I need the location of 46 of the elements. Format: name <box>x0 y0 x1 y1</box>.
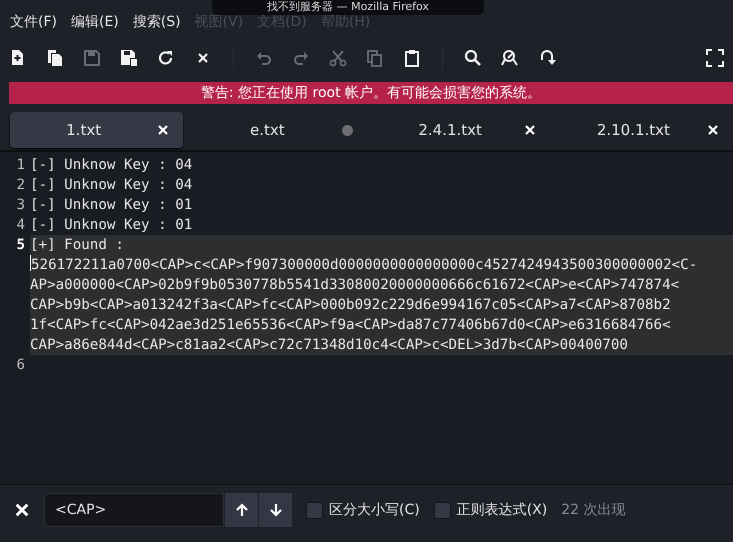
line-number: 1 <box>15 156 26 175</box>
line-number: 4 <box>15 216 26 235</box>
file-tab[interactable]: e.txt <box>193 112 366 148</box>
search-field[interactable]: <CAP> <box>44 493 224 527</box>
file-tab[interactable]: 1.txt <box>10 112 184 148</box>
code-line: [-] Unknow Key : 04 <box>30 156 192 175</box>
code-line: CAP>b9b<CAP>a013242f3a<CAP>fc<CAP>000b092c229d6e994167c05<CAP>a7<CAP>8708b2 <box>30 296 671 315</box>
menu-item[interactable]: 搜索(S) <box>132 9 181 31</box>
next-button[interactable] <box>258 493 292 527</box>
close-icon[interactable] <box>14 502 30 518</box>
code-line: CAP>a86e844d<CAP>c81aa2<CAP>c72c71348d10c4<CAP>c<DEL>3d7b<CAP>00400700 <box>30 336 628 355</box>
save-as-icon[interactable] <box>119 48 139 68</box>
line-number: 3 <box>15 196 26 215</box>
checkbox[interactable] <box>306 502 323 518</box>
fullscreen-icon[interactable] <box>705 48 725 68</box>
code-line: AP>a000000<CAP>02b9f9b0530778b5541d33080020000000666c61672<CAP>e<CAP>747874< <box>30 276 680 295</box>
close-icon[interactable] <box>707 124 719 136</box>
paste-icon[interactable] <box>402 48 422 68</box>
file-tab[interactable]: 2.4.1.txt <box>376 112 550 148</box>
up-arrow-icon <box>234 502 250 518</box>
replace-icon[interactable] <box>500 48 520 68</box>
warning-banner: 警告: 您正在使用 root 帐户。有可能会损害您的系统。 <box>9 82 733 104</box>
code-line: [-] Unknow Key : 01 <box>30 216 192 235</box>
close-icon[interactable] <box>157 124 170 136</box>
code-line: [+] Found : <box>30 236 124 255</box>
file-tab[interactable]: 2.10.1.txt <box>560 112 733 148</box>
checkbox-label[interactable]: 区分大小写(C) <box>329 501 420 519</box>
menu-item[interactable]: 编辑(E) <box>70 9 119 31</box>
down-arrow-icon <box>268 502 284 518</box>
checkbox[interactable] <box>434 502 451 518</box>
line-number: 6 <box>15 356 26 375</box>
text-cursor <box>30 255 31 271</box>
match-count: 22 次出现 <box>561 501 626 519</box>
code-line: [-] Unknow Key : 01 <box>30 196 192 215</box>
line-number: 2 <box>15 176 26 195</box>
previous-button[interactable] <box>224 493 258 527</box>
code-line: 1f<CAP>fc<CAP>042ae3d251e65536<CAP>f9a<CAP>da87c77406b67d0<CAP>e6316684766< <box>30 316 671 335</box>
code-line: [-] Unknow Key : 04 <box>30 176 192 195</box>
line-number: 5 <box>15 236 26 255</box>
window-tooltip: 找不到服务器 — Mozilla Firefox <box>212 0 484 15</box>
search-icon[interactable] <box>463 48 483 68</box>
code-line: 526172211a0700<CAP>c<CAP>f907300000d0000000000000000c4527424943500300000002<C- <box>31 256 698 275</box>
menu-item[interactable]: 文件(F) <box>10 9 57 31</box>
new-window-icon[interactable] <box>45 48 65 68</box>
checkbox-label[interactable]: 正则表达式(X) <box>456 501 548 519</box>
close-icon[interactable] <box>524 124 536 136</box>
